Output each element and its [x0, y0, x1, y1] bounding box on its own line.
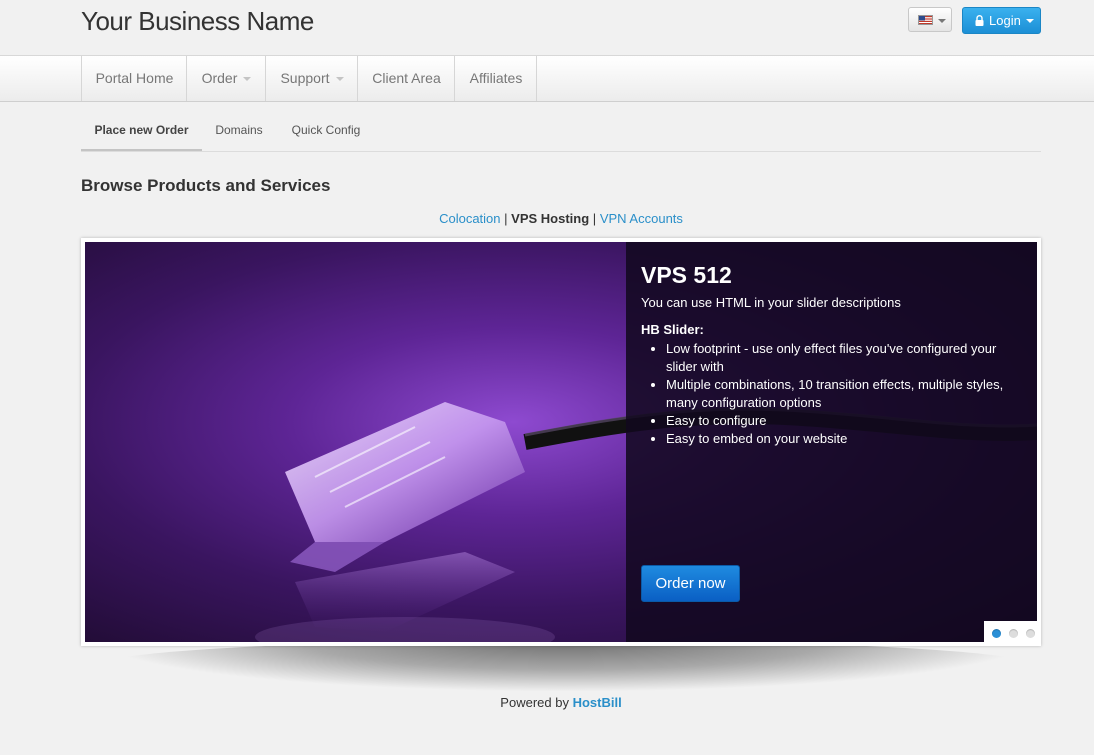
nav-item-label: Portal Home	[95, 70, 174, 86]
order-now-button[interactable]: Order now	[641, 565, 740, 602]
lock-icon	[975, 15, 984, 26]
category-current-vps-hosting: VPS Hosting	[511, 211, 590, 226]
slider-dot-1[interactable]	[992, 629, 1001, 638]
list-item: Low footprint - use only effect files yo…	[666, 340, 1021, 376]
chevron-down-icon	[243, 77, 252, 82]
slide-features-list: Low footprint - use only effect files yo…	[666, 340, 1021, 448]
category-links: Colocation | VPS Hosting | VPN Accounts	[0, 211, 1094, 226]
tab-place-new-order[interactable]: Place new Order	[81, 111, 202, 151]
nav-item-label: Client Area	[372, 70, 441, 86]
top-header: Your Business Name Login	[0, 0, 1094, 55]
nav-item-client-area[interactable]: Client Area	[357, 56, 455, 101]
business-name[interactable]: Your Business Name	[81, 6, 314, 37]
chevron-down-icon	[1026, 19, 1034, 23]
slide-description-panel: VPS 512 You can use HTML in your slider …	[626, 242, 1037, 642]
nav-item-portal-home[interactable]: Portal Home	[81, 56, 187, 101]
us-flag-icon	[918, 15, 933, 25]
list-item: Easy to configure	[666, 412, 1021, 430]
list-item: Multiple combinations, 10 transition eff…	[666, 376, 1021, 412]
hostbill-link[interactable]: HostBill	[573, 695, 622, 710]
tab-quick-config[interactable]: Quick Config	[280, 111, 372, 149]
list-item: Easy to embed on your website	[666, 430, 1021, 448]
slider-pagination	[984, 621, 1037, 642]
nav-divider	[536, 56, 537, 101]
nav-item-affiliates[interactable]: Affiliates	[454, 56, 537, 101]
product-slider: VPS 512 You can use HTML in your slider …	[81, 238, 1041, 646]
slider-dot-2[interactable]	[1009, 629, 1018, 638]
slide-title: VPS 512	[641, 262, 732, 288]
separator: |	[592, 211, 597, 226]
main-navigation: Portal Home Order Support Client Area Af…	[0, 55, 1094, 102]
nav-item-order[interactable]: Order	[186, 56, 266, 101]
slide: VPS 512 You can use HTML in your slider …	[85, 242, 1037, 642]
nav-item-label: Order	[201, 70, 238, 86]
nav-item-support[interactable]: Support	[265, 56, 358, 101]
tab-domains[interactable]: Domains	[202, 111, 276, 149]
chevron-down-icon	[335, 77, 344, 82]
order-subtabs: Place new Order Domains Quick Config	[81, 111, 1041, 152]
category-link-vpn-accounts[interactable]: VPN Accounts	[600, 211, 683, 226]
footer: Powered by HostBill	[0, 695, 1094, 710]
footer-prefix: Powered by	[500, 695, 569, 710]
slider-dot-3[interactable]	[1026, 629, 1035, 638]
login-label: Login	[989, 13, 1021, 28]
category-link-colocation[interactable]: Colocation	[439, 211, 500, 226]
slider-shadow	[96, 640, 1036, 692]
nav-item-label: Support	[280, 70, 330, 86]
chevron-down-icon	[938, 19, 946, 23]
separator: |	[504, 211, 508, 226]
slide-subtitle: You can use HTML in your slider descript…	[641, 295, 901, 310]
login-button[interactable]: Login	[962, 7, 1041, 34]
nav-item-label: Affiliates	[469, 70, 523, 86]
slide-features-heading: HB Slider:	[641, 322, 704, 337]
page-title: Browse Products and Services	[81, 176, 331, 195]
language-selector-button[interactable]	[908, 7, 952, 32]
